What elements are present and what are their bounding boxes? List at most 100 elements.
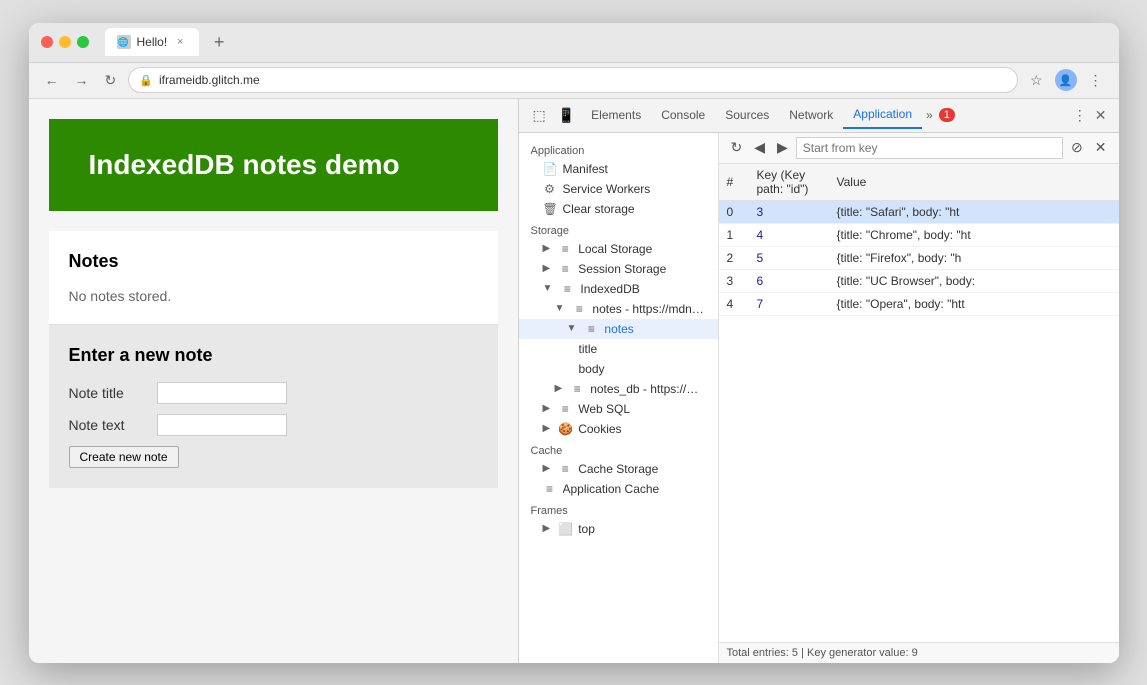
sidebar-item-notes-db[interactable]: ≡ notes - https://mdn.github <box>519 299 718 319</box>
cookies-arrow <box>543 423 551 434</box>
notes-db2-arrow <box>555 383 563 394</box>
reload-button[interactable]: ↻ <box>101 70 121 91</box>
note-text-row: Note text <box>69 414 478 436</box>
tab-sources[interactable]: Sources <box>715 102 779 128</box>
sidebar-item-top[interactable]: ⬜ top <box>519 519 718 539</box>
sidebar-item-notes-store[interactable]: ≡ notes <box>519 319 718 339</box>
note-title-label: Note title <box>69 385 149 401</box>
tab-elements[interactable]: Elements <box>581 102 651 128</box>
sidebar-item-manifest[interactable]: 📄 Manifest <box>519 159 718 179</box>
new-note-heading: Enter a new note <box>69 345 478 366</box>
note-title-input[interactable] <box>157 382 287 404</box>
sidebar-item-cookies-label: Cookies <box>578 422 705 436</box>
indexeddb-icon: ≡ <box>560 282 574 296</box>
session-storage-icon: ≡ <box>558 262 572 276</box>
cell-key: 3 <box>749 200 829 223</box>
browser-tab[interactable]: 🌐 Hello! × <box>105 28 200 56</box>
new-tab-button[interactable]: + <box>207 30 231 54</box>
cell-index: 1 <box>719 223 749 246</box>
cache-section-label: Cache <box>519 439 718 459</box>
delete-entry-button[interactable]: ✕ <box>1091 137 1111 158</box>
app-cache-icon: ≡ <box>543 482 557 496</box>
sidebar-item-indexeddb[interactable]: ≡ IndexedDB <box>519 279 718 299</box>
tab-application[interactable]: Application <box>843 101 922 129</box>
new-note-section: Enter a new note Note title Note text Cr… <box>49 325 498 488</box>
cell-value: {title: "UC Browser", body: <box>829 269 1119 292</box>
sidebar-item-web-sql[interactable]: ≡ Web SQL <box>519 399 718 419</box>
sidebar-item-manifest-label: Manifest <box>563 162 706 176</box>
web-sql-icon: ≡ <box>558 402 572 416</box>
notes-db-icon: ≡ <box>572 302 586 316</box>
sidebar-item-cookies[interactable]: 🍪 Cookies <box>519 419 718 439</box>
table-row[interactable]: 36{title: "UC Browser", body: <box>719 269 1119 292</box>
maximize-window-button[interactable] <box>77 36 89 48</box>
devtools-actions: ⋮ ✕ <box>1069 103 1111 128</box>
browser-menu-button[interactable]: ⋮ <box>1085 70 1107 91</box>
web-sql-arrow <box>543 403 551 414</box>
create-note-button[interactable]: Create new note <box>69 446 179 468</box>
minimize-window-button[interactable] <box>59 36 71 48</box>
next-button[interactable]: ▶ <box>773 137 792 158</box>
top-arrow <box>543 523 551 534</box>
traffic-lights <box>41 36 89 48</box>
inspect-element-button[interactable]: ⬚ <box>527 103 552 128</box>
cell-key: 6 <box>749 269 829 292</box>
table-row[interactable]: 14{title: "Chrome", body: "ht <box>719 223 1119 246</box>
tab-label: Hello! <box>137 35 168 49</box>
sidebar-item-notes-title[interactable]: title <box>519 339 718 359</box>
sidebar-item-session-storage[interactable]: ≡ Session Storage <box>519 259 718 279</box>
prev-button[interactable]: ◀ <box>750 137 769 158</box>
sidebar-item-notes-title-label: title <box>579 342 706 356</box>
tab-console[interactable]: Console <box>651 102 715 128</box>
cell-key: 7 <box>749 292 829 315</box>
table-row[interactable]: 25{title: "Firefox", body: "h <box>719 246 1119 269</box>
sidebar-item-service-workers[interactable]: ⚙ Service Workers <box>519 179 718 199</box>
col-header-index: # <box>719 164 749 201</box>
cookies-icon: 🍪 <box>558 422 572 436</box>
bookmark-button[interactable]: ☆ <box>1026 70 1047 91</box>
devtools-menu-button[interactable]: ⋮ <box>1069 103 1091 128</box>
browser-window: 🌐 Hello! × + ← → ↻ 🔒 iframeidb.glitch.me… <box>29 23 1119 663</box>
cell-key: 5 <box>749 246 829 269</box>
note-text-input[interactable] <box>157 414 287 436</box>
device-toolbar-button[interactable]: 📱 <box>552 103 581 128</box>
start-from-key-input[interactable] <box>796 137 1063 159</box>
back-button[interactable]: ← <box>41 70 63 90</box>
col-header-value: Value <box>829 164 1119 201</box>
sidebar-item-app-cache[interactable]: ≡ Application Cache <box>519 479 718 499</box>
application-section-label: Application <box>519 139 718 159</box>
cell-key: 4 <box>749 223 829 246</box>
sidebar-item-local-storage[interactable]: ≡ Local Storage <box>519 239 718 259</box>
sidebar-item-clear-storage[interactable]: 🗑 Clear storage <box>519 199 718 219</box>
sidebar-item-web-sql-label: Web SQL <box>578 402 705 416</box>
no-notes-text: No notes stored. <box>69 288 478 304</box>
tab-close-button[interactable]: × <box>173 35 187 49</box>
account-avatar[interactable]: 👤 <box>1055 69 1077 91</box>
more-tabs-button[interactable]: » <box>922 104 937 126</box>
sidebar-item-notes-db2[interactable]: ≡ notes_db - https://mdn.git <box>519 379 718 399</box>
cell-value: {title: "Chrome", body: "ht <box>829 223 1119 246</box>
page-title: IndexedDB notes demo <box>89 149 458 181</box>
devtools-close-button[interactable]: ✕ <box>1091 103 1111 128</box>
clear-key-button[interactable]: ⊘ <box>1067 137 1087 158</box>
table-row[interactable]: 03{title: "Safari", body: "ht <box>719 200 1119 223</box>
devtools-sidebar: Application 📄 Manifest ⚙ Service Workers… <box>519 133 719 663</box>
sidebar-item-notes-body[interactable]: body <box>519 359 718 379</box>
dt-data-table: # Key (Key path: "id") Value 03{title: "… <box>719 164 1119 642</box>
dt-table-area: ↻ ◀ ▶ ⊘ ✕ # Key (Key path <box>719 133 1119 663</box>
refresh-button[interactable]: ↻ <box>727 137 747 158</box>
sidebar-item-cache-storage[interactable]: ≡ Cache Storage <box>519 459 718 479</box>
tab-network[interactable]: Network <box>779 102 843 128</box>
sidebar-item-notes-db-label: notes - https://mdn.github <box>592 302 705 316</box>
devtools-tab-bar: ⬚ 📱 Elements Console Sources Network App… <box>519 99 1119 133</box>
frames-section-label: Frames <box>519 499 718 519</box>
status-bar: Total entries: 5 | Key generator value: … <box>719 642 1119 663</box>
sidebar-item-session-storage-label: Session Storage <box>578 262 705 276</box>
notes-section: Notes No notes stored. <box>49 231 498 325</box>
table-row[interactable]: 47{title: "Opera", body: "htt <box>719 292 1119 315</box>
title-bar: 🌐 Hello! × + <box>29 23 1119 63</box>
forward-button[interactable]: → <box>71 70 93 90</box>
url-bar[interactable]: 🔒 iframeidb.glitch.me <box>128 67 1018 93</box>
close-window-button[interactable] <box>41 36 53 48</box>
sidebar-item-notes-store-label: notes <box>604 322 705 336</box>
